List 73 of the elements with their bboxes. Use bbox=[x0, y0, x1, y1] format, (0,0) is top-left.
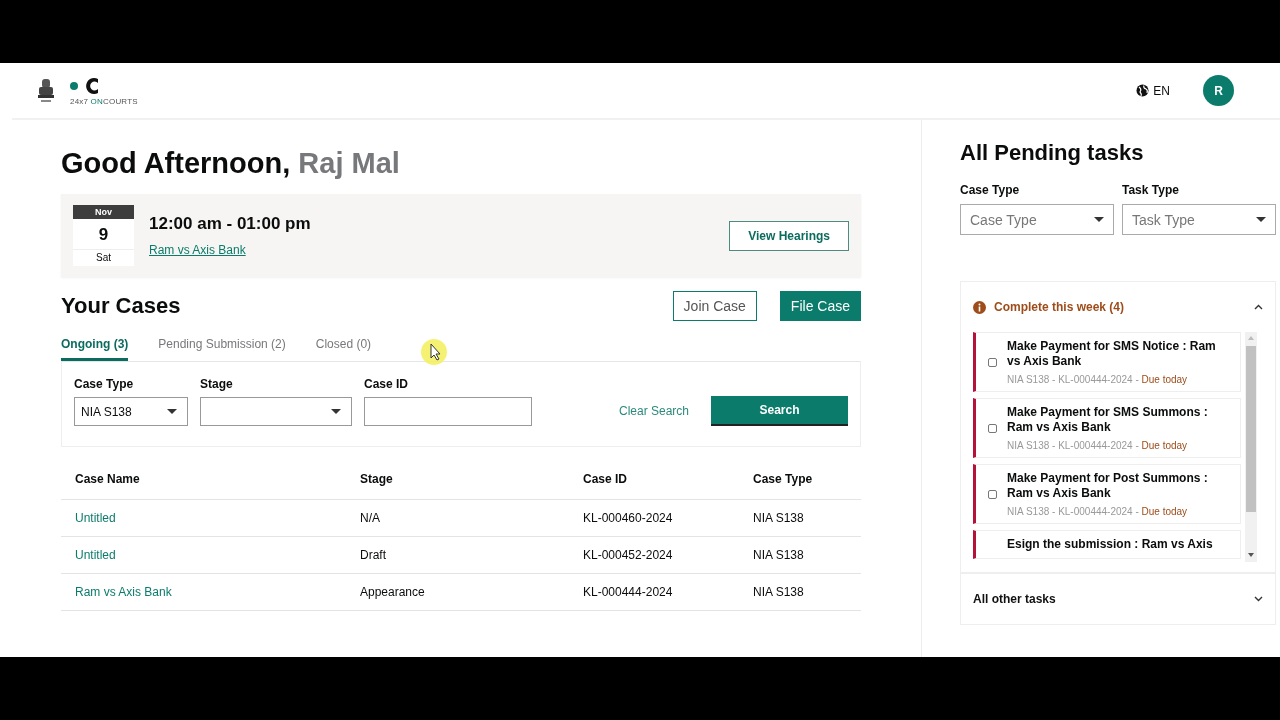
field-label: Stage bbox=[200, 377, 234, 391]
column-header: Case ID bbox=[569, 459, 739, 500]
clear-search-link[interactable]: Clear Search bbox=[618, 404, 689, 418]
cursor-highlight-icon bbox=[420, 338, 448, 366]
greeting-heading: Good Afternoon, Raj Mal bbox=[61, 146, 401, 180]
column-header: Case Type bbox=[739, 459, 861, 500]
expand-chevron-icon[interactable] bbox=[1254, 596, 1263, 602]
task-meta: NIA S138 - KL-000444-2024 - Due today bbox=[1007, 506, 1189, 517]
task-card[interactable]: Make Payment for SMS Notice : Ram vs Axis Bank NIA S138 - KL-000444-2024 - Due today bbox=[973, 332, 1241, 392]
table-cell: KL-000452-2024 bbox=[569, 536, 739, 574]
tab[interactable]: Ongoing (3) bbox=[61, 333, 129, 361]
panel-title: All Pending tasks bbox=[960, 140, 1145, 166]
dropdown-field[interactable]: Task Type bbox=[1122, 204, 1276, 235]
globe-icon bbox=[1136, 84, 1150, 97]
field-label: Case ID bbox=[364, 377, 410, 391]
case-name-link[interactable]: Ram vs Axis Bank bbox=[75, 585, 172, 599]
info-icon bbox=[973, 300, 986, 314]
task-title: Make Payment for SMS Notice : Ram vs Axis Bank bbox=[1007, 339, 1217, 369]
caret-icon bbox=[1094, 217, 1104, 222]
caret-icon bbox=[1256, 217, 1266, 222]
table-cell: Appearance bbox=[346, 573, 569, 611]
file-case-button[interactable]: File Case bbox=[779, 291, 861, 321]
day-number: 9 bbox=[98, 224, 109, 246]
task-checkbox[interactable] bbox=[988, 489, 997, 499]
table-cell: NIA S138 bbox=[739, 499, 861, 537]
caret-icon bbox=[331, 409, 341, 414]
task-title: Make Payment for Post Summons : Ram vs Axis Bank bbox=[1007, 471, 1209, 501]
user-avatar[interactable]: R bbox=[1203, 75, 1234, 106]
section-header[interactable]: Complete this week (4) bbox=[973, 282, 1263, 332]
tab[interactable]: Closed (0) bbox=[315, 333, 372, 361]
scrollbar[interactable] bbox=[1245, 332, 1257, 562]
table-cell: KL-000460-2024 bbox=[569, 499, 739, 537]
month-label: Nov bbox=[73, 205, 134, 219]
table-cell: NIA S138 bbox=[739, 536, 861, 574]
case-name-link[interactable]: Untitled bbox=[75, 548, 116, 562]
join-case-button[interactable]: Join Case bbox=[672, 291, 757, 321]
table-cell: Draft bbox=[346, 536, 569, 574]
hearing-time: 12:00 am - 01:00 pm bbox=[149, 213, 312, 234]
task-card[interactable]: Make Payment for Post Summons : Ram vs Axis Bank NIA S138 - KL-000444-2024 - Due today bbox=[973, 464, 1241, 524]
view-hearings-button[interactable]: View Hearings bbox=[729, 220, 849, 251]
column-header: Case Name bbox=[61, 459, 346, 500]
field-label: Case Type bbox=[74, 377, 135, 391]
emblem-icon bbox=[36, 76, 56, 105]
dropdown-field[interactable] bbox=[200, 397, 352, 426]
field-label: Task Type bbox=[1122, 183, 1180, 197]
section-header[interactable]: All other tasks bbox=[973, 574, 1263, 624]
tab[interactable]: Pending Submission (2) bbox=[158, 333, 286, 361]
task-card[interactable]: Make Payment for SMS Summons : Ram vs Axis Bank NIA S138 - KL-000444-2024 - Due today bbox=[973, 398, 1241, 458]
task-checkbox[interactable] bbox=[988, 423, 997, 433]
search-button[interactable]: Search bbox=[711, 396, 848, 426]
task-checkbox[interactable] bbox=[988, 357, 997, 367]
table-cell: N/A bbox=[346, 499, 569, 537]
caret-icon bbox=[167, 409, 177, 414]
column-header: Stage bbox=[346, 459, 569, 500]
task-card[interactable]: Esign the submission : Ram vs Axis bbox=[973, 530, 1241, 559]
case-link[interactable]: Ram vs Axis Bank bbox=[149, 242, 246, 257]
language-selector[interactable]: EN bbox=[1136, 83, 1170, 98]
collapse-chevron-icon[interactable] bbox=[1254, 304, 1263, 310]
dropdown-field[interactable]: NIA S138 bbox=[74, 397, 188, 426]
logo-icon bbox=[70, 75, 100, 94]
section-title: Your Cases bbox=[61, 293, 182, 319]
dropdown-field[interactable]: Case Type bbox=[960, 204, 1114, 235]
table-cell: NIA S138 bbox=[739, 573, 861, 611]
case-name-link[interactable]: Untitled bbox=[75, 511, 116, 525]
weekday-label: Sat bbox=[73, 249, 134, 266]
input-field[interactable] bbox=[364, 397, 532, 426]
table-cell: KL-000444-2024 bbox=[569, 573, 739, 611]
task-meta: NIA S138 - KL-000444-2024 - Due today bbox=[1007, 440, 1189, 451]
field-label: Case Type bbox=[960, 183, 1021, 197]
logo-text: 24x7 ONCOURTS bbox=[70, 96, 138, 106]
task-title: Esign the submission : Ram vs Axis bbox=[1007, 537, 1213, 552]
task-meta: NIA S138 - KL-000444-2024 - Due today bbox=[1007, 374, 1189, 385]
task-title: Make Payment for SMS Summons : Ram vs Axis Bank bbox=[1007, 405, 1209, 435]
